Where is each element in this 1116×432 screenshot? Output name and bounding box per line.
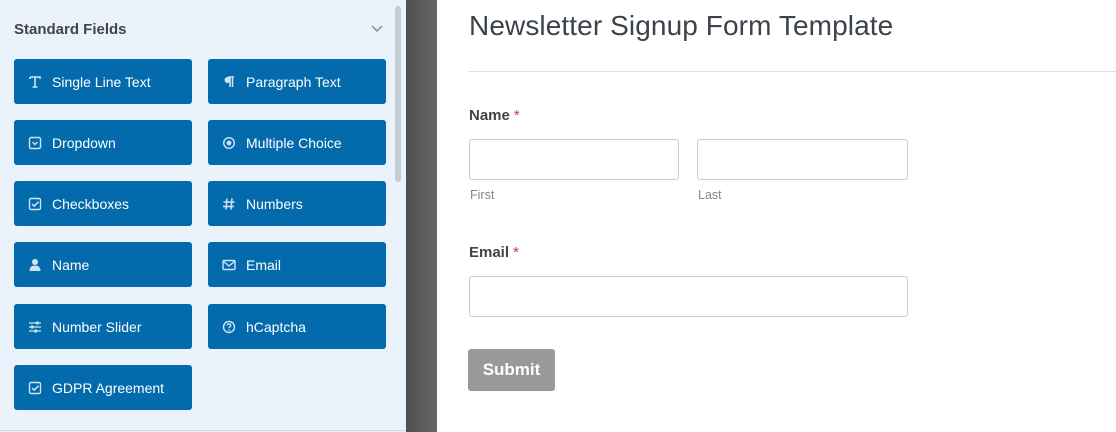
field-label: Name (52, 256, 90, 273)
user-icon (28, 258, 42, 272)
paragraph-icon (222, 75, 236, 89)
form-title: Newsletter Signup Form Template (469, 10, 894, 41)
question-circle-icon (222, 320, 236, 334)
gdpr-agreement-button[interactable]: GDPR Agreement (14, 365, 192, 410)
text-icon (28, 75, 42, 89)
email-label: Email * (469, 244, 519, 261)
field-label: Number Slider (52, 318, 142, 335)
checkbox-icon (28, 197, 42, 211)
last-sublabel: Last (698, 188, 722, 202)
multiple-choice-button[interactable]: Multiple Choice (208, 120, 386, 165)
field-label: Email (246, 256, 282, 273)
email-input[interactable] (469, 276, 908, 317)
chevron-down-icon[interactable] (369, 20, 385, 36)
hash-icon (222, 197, 236, 211)
number-slider-button[interactable]: Number Slider (14, 304, 192, 349)
hcaptcha-button[interactable]: hCaptcha (208, 304, 386, 349)
submit-button[interactable]: Submit (468, 349, 555, 391)
sidebar-scrollbar-thumb[interactable] (395, 6, 401, 182)
section-title: Standard Fields (14, 21, 127, 38)
last-name-input[interactable] (697, 139, 908, 180)
field-label: Single Line Text (52, 73, 151, 90)
first-sublabel: First (470, 188, 495, 202)
sliders-icon (28, 320, 42, 334)
name-field-button[interactable]: Name (14, 242, 192, 287)
form-preview: Newsletter Signup Form Template Name * Fi… (437, 0, 1116, 432)
title-divider (469, 71, 1116, 72)
standard-fields-header[interactable]: Standard Fields (14, 18, 389, 42)
paragraph-text-button[interactable]: Paragraph Text (208, 59, 386, 104)
section-divider (0, 430, 406, 431)
radio-icon (222, 136, 236, 150)
first-name-input[interactable] (469, 139, 679, 180)
field-label: Multiple Choice (246, 134, 342, 151)
field-label: Checkboxes (52, 195, 130, 212)
name-label: Name * (469, 107, 520, 124)
dropdown-icon (28, 136, 42, 150)
field-label: hCaptcha (246, 318, 306, 335)
numbers-button[interactable]: Numbers (208, 181, 386, 226)
field-label: Paragraph Text (246, 73, 341, 90)
panel-divider (406, 0, 437, 432)
fields-sidebar: Standard Fields Single Line Text Paragra… (0, 0, 406, 432)
checkboxes-button[interactable]: Checkboxes (14, 181, 192, 226)
envelope-icon (222, 258, 236, 272)
field-label: Numbers (246, 195, 303, 212)
field-label: Dropdown (52, 134, 116, 151)
dropdown-button[interactable]: Dropdown (14, 120, 192, 165)
required-asterisk: * (513, 107, 520, 124)
email-field-button[interactable]: Email (208, 242, 386, 287)
single-line-text-button[interactable]: Single Line Text (14, 59, 192, 104)
required-asterisk: * (513, 244, 519, 261)
checkbox-icon (28, 381, 42, 395)
field-label: GDPR Agreement (52, 379, 165, 396)
